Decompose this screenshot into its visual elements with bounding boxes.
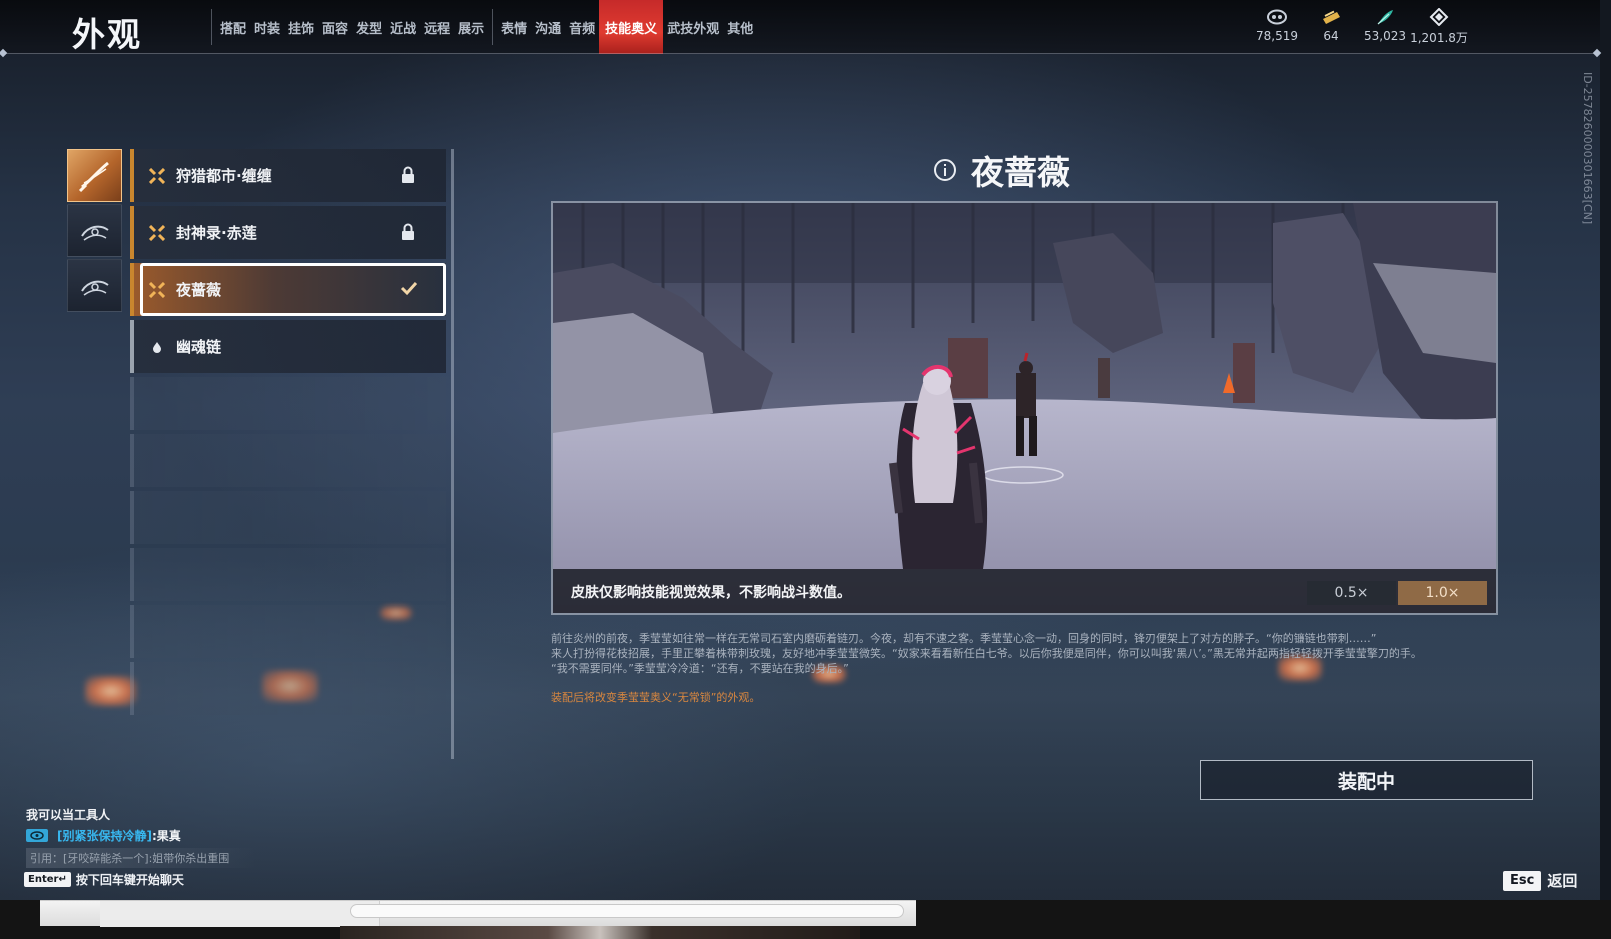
diamond-icon <box>1429 8 1449 26</box>
category-tabs: 搭配 时装 挂饰 面容 发型 近战 远程 展示 表情 沟通 音频 技能奥义 武技… <box>211 0 757 54</box>
tab-display[interactable]: 展示 <box>454 0 488 54</box>
skin-slot-empty <box>130 605 446 658</box>
lock-icon <box>400 166 418 184</box>
tab-skill-ultimate[interactable]: 技能奥义 <box>599 0 664 54</box>
skin-description: 前往炎州的前夜，季莹莹如往常一样在无常司石室内磨砺着链刃。今夜，却有不速之客。季… <box>551 631 1491 705</box>
tab-communication[interactable]: 沟通 <box>531 0 565 54</box>
tab-emote[interactable]: 表情 <box>497 0 531 54</box>
snow-scene-image <box>553 203 1496 613</box>
tab-outfit-set[interactable]: 搭配 <box>216 0 250 54</box>
description-paragraph: 前往炎州的前夜，季莹莹如往常一样在无常司石室内磨砺着链刃。今夜，却有不速之客。季… <box>551 632 1377 645</box>
speed-normal-button[interactable]: 1.0× <box>1398 581 1487 605</box>
chat-quote: 引用：[牙咬碎能杀一个]:姐带你杀出重围 <box>26 848 256 868</box>
tab-other[interactable]: 其他 <box>723 0 757 54</box>
currency-mask-coin[interactable]: 78,519 <box>1250 8 1304 46</box>
skin-slot-empty <box>130 548 446 601</box>
chat-text: :果真 <box>151 829 181 843</box>
currency-diamond-value: 1,201.8万 <box>1410 31 1468 45</box>
currency-jade-feather[interactable]: 53,023 <box>1358 8 1412 46</box>
chat-input-hint[interactable]: Enter↵ 按下回车键开始聊天 <box>24 871 184 888</box>
chat-message: 我可以当工具人 <box>26 808 111 822</box>
mask-coin-icon <box>1267 9 1287 25</box>
tab-accessory[interactable]: 挂饰 <box>284 0 318 54</box>
chat-sender[interactable]: [别紧张保持冷静] <box>57 827 152 844</box>
description-paragraph: “我不需要同伴。”季莹莹冷冷道：“还有，不要站在我的身后。” <box>551 662 849 675</box>
skin-slot-empty <box>130 491 446 544</box>
top-bar: 外观 搭配 时装 挂饰 面容 发型 近战 远程 展示 表情 沟通 音频 技能奥义… <box>0 0 1600 54</box>
tab-martial-skill-look[interactable]: 武技外观 <box>663 0 723 54</box>
lock-icon <box>400 223 418 241</box>
currency-jade-feather-value: 53,023 <box>1364 29 1406 43</box>
skin-slot-empty <box>130 377 446 430</box>
currency-gold-ticket-value: 64 <box>1323 29 1339 43</box>
info-icon[interactable] <box>933 158 957 182</box>
skin-item-label: 狩猎都市·缠缠 <box>176 167 272 185</box>
equip-note: 装配后将改变季莹莹奥义“无常锁”的外观。 <box>551 691 761 704</box>
skin-list-scrollbar[interactable] <box>451 149 454 759</box>
star-burst-icon <box>148 167 166 185</box>
enter-key-icon: Enter↵ <box>24 872 71 887</box>
speed-half-button[interactable]: 0.5× <box>1307 581 1396 605</box>
tab-melee[interactable]: 近战 <box>386 0 420 54</box>
background-window <box>40 900 916 927</box>
back-button[interactable]: Esc 返回 <box>1503 870 1577 891</box>
skin-list: 狩猎都市·缠缠 封神录·赤莲 夜蔷薇 幽魂链 <box>130 149 446 719</box>
back-label: 返回 <box>1547 872 1578 890</box>
equip-button[interactable]: 装配中 <box>1200 760 1533 800</box>
page-title: 外观 <box>72 15 142 54</box>
star-burst-icon <box>148 281 166 299</box>
chat-message: [别紧张保持冷静] :果真 <box>26 827 256 844</box>
chat-hint-text: 按下回车键开始聊天 <box>75 873 184 887</box>
skin-item-night-rose[interactable]: 夜蔷薇 <box>130 263 446 316</box>
skin-item-ghost-chain[interactable]: 幽魂链 <box>130 320 446 373</box>
description-paragraph: 来人打扮得花枝招展，手里正攀着株带刺玫瑰，友好地冲季莹莹微笑。“奴家来看看新任白… <box>551 647 1422 660</box>
tab-hairstyle[interactable]: 发型 <box>352 0 386 54</box>
skin-title: 夜蔷薇 <box>971 153 1070 192</box>
currency-diamond[interactable]: 1,201.8万 <box>1410 8 1468 46</box>
skin-item-label: 封神录·赤莲 <box>176 224 257 242</box>
blade-wave-icon <box>80 280 109 296</box>
tab-divider <box>211 9 212 45</box>
weapon-slot-2[interactable] <box>67 204 122 257</box>
esc-key-icon: Esc <box>1503 870 1542 891</box>
checkmark-icon <box>400 280 418 298</box>
blade-wave-icon <box>80 225 109 241</box>
tab-fashion[interactable]: 时装 <box>250 0 284 54</box>
weapon-selector <box>67 149 122 314</box>
background-window-field <box>350 904 904 918</box>
sword-slash-icon <box>78 161 109 192</box>
skin-item-fengshen-chilian[interactable]: 封神录·赤莲 <box>130 206 446 259</box>
background-window-pane <box>100 901 380 927</box>
background-photo <box>340 926 860 939</box>
tab-divider <box>492 9 494 45</box>
tab-face[interactable]: 面容 <box>318 0 352 54</box>
skin-item-label: 幽魂链 <box>176 338 222 356</box>
weapon-slot-1[interactable] <box>67 149 122 202</box>
chat-channel-icon <box>26 829 48 842</box>
star-burst-icon <box>148 224 166 242</box>
gold-ticket-icon <box>1323 10 1340 24</box>
currency-mask-coin-value: 78,519 <box>1256 29 1298 43</box>
skin-slot-empty <box>130 662 446 715</box>
tab-ranged[interactable]: 远程 <box>420 0 454 54</box>
tab-audio[interactable]: 音频 <box>565 0 599 54</box>
skin-slot-empty <box>130 434 446 487</box>
chat-panel: 我可以当工具人 [别紧张保持冷静] :果真 引用：[牙咬碎能杀一个]:姐带你杀出… <box>26 806 256 868</box>
window-edge <box>1600 0 1611 939</box>
skill-preview-video[interactable]: 皮肤仅影响技能视觉效果，不影响战斗数值。 0.5× 1.0× <box>551 201 1498 615</box>
drop-icon <box>148 338 166 356</box>
currency-gold-ticket[interactable]: 64 <box>1304 8 1358 46</box>
weapon-slot-3[interactable] <box>67 259 122 312</box>
top-bar-divider <box>0 53 1600 54</box>
skin-item-label: 夜蔷薇 <box>176 281 222 299</box>
preview-caption: 皮肤仅影响技能视觉效果，不影响战斗数值。 <box>571 585 851 601</box>
jade-feather-icon <box>1377 10 1393 25</box>
skin-detail-header: 夜蔷薇 <box>933 146 1070 194</box>
currency-bar: 78,519 64 53,023 1,201.8万 <box>1250 8 1468 46</box>
player-id: ID-2578260000301663[CN] <box>1581 72 1594 225</box>
skin-item-hunting-city[interactable]: 狩猎都市·缠缠 <box>130 149 446 202</box>
preview-caption-bar: 皮肤仅影响技能视觉效果，不影响战斗数值。 0.5× 1.0× <box>553 569 1496 613</box>
